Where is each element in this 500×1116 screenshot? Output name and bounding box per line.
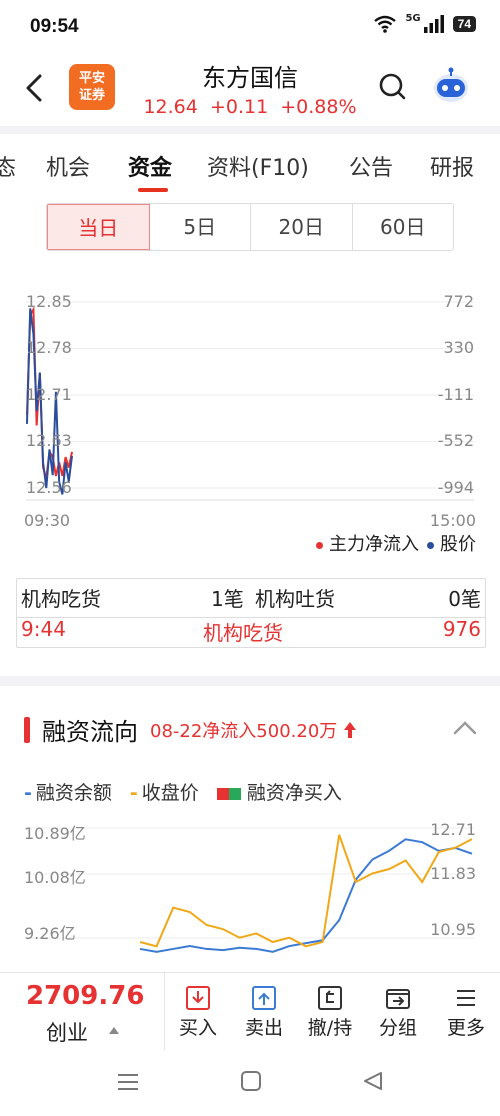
institution-trade-row[interactable]: 9:44 机构吃货 976 <box>17 617 485 651</box>
tab-announcements[interactable]: 公告 <box>349 150 393 182</box>
stock-header: 平安 证券 东方国信 12.64 +0.11 +0.88% <box>0 56 500 126</box>
divider <box>0 676 500 686</box>
tab-status[interactable]: 态 <box>0 150 16 182</box>
group-button[interactable]: 分组 <box>368 985 428 1040</box>
tab-f10[interactable]: 资料(F10) <box>207 150 309 182</box>
intraday-legend: 主力净流入 股价 <box>316 530 476 556</box>
margin-flow-chart: 10.89亿 10.08亿 9.26亿 12.71 11.83 10.95 <box>0 816 500 972</box>
stock-price-change: 12.64 +0.11 +0.88% <box>143 96 357 118</box>
y-right-tick: 772 <box>443 292 474 311</box>
y-right-tick: 330 <box>443 338 474 357</box>
institution-buy-count: 1笔 <box>211 587 244 611</box>
institution-buy-label: 机构吃货 <box>21 587 101 611</box>
cancel-hold-button[interactable]: 撤/持 <box>300 985 360 1040</box>
sell-icon <box>252 986 276 1010</box>
more-button[interactable]: 更多 <box>436 985 496 1040</box>
period-5d[interactable]: 5日 <box>150 204 251 250</box>
close-price-line <box>139 834 473 948</box>
period-20d[interactable]: 20日 <box>251 204 353 250</box>
margin-flow-summary: 08-22净流入500.20万 <box>150 720 338 742</box>
status-bar: 09:54 5G 74 <box>0 0 500 56</box>
period-today[interactable]: 当日 <box>47 204 150 250</box>
margin-flow-header: 融资流向 08-22净流入500.20万 <box>24 712 357 747</box>
x-start-label: 09:30 <box>24 511 71 530</box>
stock-name: 东方国信 <box>202 64 298 92</box>
y-left-tick: 12.85 <box>26 292 72 311</box>
buy-button[interactable]: 买入 <box>168 985 228 1040</box>
y-left-tick: 12.56 <box>26 478 72 497</box>
bottom-action-bar: 2709.76 创业 买入 卖出 撤/持 分组 更多 <box>0 972 500 1051</box>
y-left-tick: 10.89亿 <box>24 824 86 843</box>
cancel-hold-label: 撤/持 <box>307 1017 353 1039</box>
status-icons: 5G 74 <box>373 12 476 34</box>
index-name: 创业 <box>46 1021 88 1045</box>
section-tabs: 态 机会 资金 资料(F10) 公告 研报 <box>0 134 500 192</box>
institution-summary-row: 机构吃货 1笔 机构吐货 0笔 <box>17 583 485 618</box>
legend-main-flow: 主力净流入 <box>316 530 419 556</box>
network-type: 5G <box>405 12 421 24</box>
assistant-robot-icon[interactable] <box>430 66 472 106</box>
legend-net-buy: 融资净买入 <box>216 778 342 805</box>
trade-time: 9:44 <box>21 617 66 641</box>
collapse-chevron-icon[interactable] <box>452 720 478 736</box>
y-left-tick: 12.71 <box>26 385 72 404</box>
index-widget[interactable]: 2709.76 创业 <box>0 973 165 1051</box>
y-left-tick: 10.08亿 <box>24 868 86 887</box>
trade-type: 机构吃货 <box>203 621 283 645</box>
period-60d[interactable]: 60日 <box>353 204 454 250</box>
group-icon <box>386 989 410 1009</box>
signal-icon <box>423 15 444 33</box>
intraday-chart-svg <box>26 301 474 501</box>
status-time: 09:54 <box>30 16 79 37</box>
system-nav-bar <box>0 1050 500 1116</box>
home-icon[interactable] <box>240 1070 262 1092</box>
x-end-label: 15:00 <box>429 511 476 530</box>
y-right-tick: -994 <box>437 478 474 497</box>
buy-label: 买入 <box>178 1017 217 1039</box>
group-label: 分组 <box>378 1017 417 1039</box>
cancel-hold-icon <box>318 986 342 1010</box>
y-right-tick: 11.83 <box>430 864 476 883</box>
more-label: 更多 <box>446 1017 485 1039</box>
recent-apps-icon[interactable] <box>116 1072 140 1092</box>
y-left-tick: 12.63 <box>26 431 72 450</box>
sell-button[interactable]: 卖出 <box>234 985 294 1040</box>
tab-funds[interactable]: 资金 <box>128 150 172 182</box>
y-right-tick: 12.71 <box>430 820 476 839</box>
index-value: 2709.76 <box>26 981 145 1011</box>
institution-trade-box: 机构吃货 1笔 机构吐货 0笔 9:44 机构吃货 976 <box>16 578 486 648</box>
divider <box>0 126 500 134</box>
institution-sell-count: 0笔 <box>448 587 481 611</box>
y-left-tick: 9.26亿 <box>24 924 76 943</box>
caret-up-icon <box>109 1027 119 1034</box>
tab-opportunity[interactable]: 机会 <box>46 150 90 182</box>
margin-legend: - 融资余额 - 收盘价 融资净买入 <box>24 778 342 805</box>
trade-value: 976 <box>442 617 481 641</box>
y-left-tick: 12.78 <box>26 338 72 357</box>
buy-icon <box>186 986 210 1010</box>
margin-balance-line <box>139 838 473 953</box>
more-menu-icon <box>457 990 475 1006</box>
arrow-up-icon <box>344 721 357 738</box>
y-right-tick: -111 <box>437 385 474 404</box>
intraday-fund-chart: 12.85 12.78 12.71 12.63 12.56 772 330 -1… <box>0 280 500 530</box>
wifi-icon <box>374 15 397 33</box>
section-marker <box>24 716 30 743</box>
legend-close: - 收盘价 <box>129 782 199 804</box>
y-right-tick: -552 <box>437 431 474 450</box>
back-nav-icon[interactable] <box>362 1070 384 1092</box>
sell-label: 卖出 <box>244 1017 283 1039</box>
active-tab-indicator <box>138 188 168 192</box>
legend-price: 股价 <box>427 530 476 556</box>
tab-research[interactable]: 研报 <box>430 150 474 182</box>
battery-indicator: 74 <box>452 16 476 32</box>
y-right-tick: 10.95 <box>430 920 476 939</box>
legend-balance: - 融资余额 <box>24 782 112 804</box>
margin-flow-title: 融资流向 <box>42 718 138 746</box>
institution-sell-label: 机构吐货 <box>255 587 335 611</box>
search-icon[interactable] <box>378 72 408 102</box>
period-selector: 当日 5日 20日 60日 <box>46 203 454 251</box>
